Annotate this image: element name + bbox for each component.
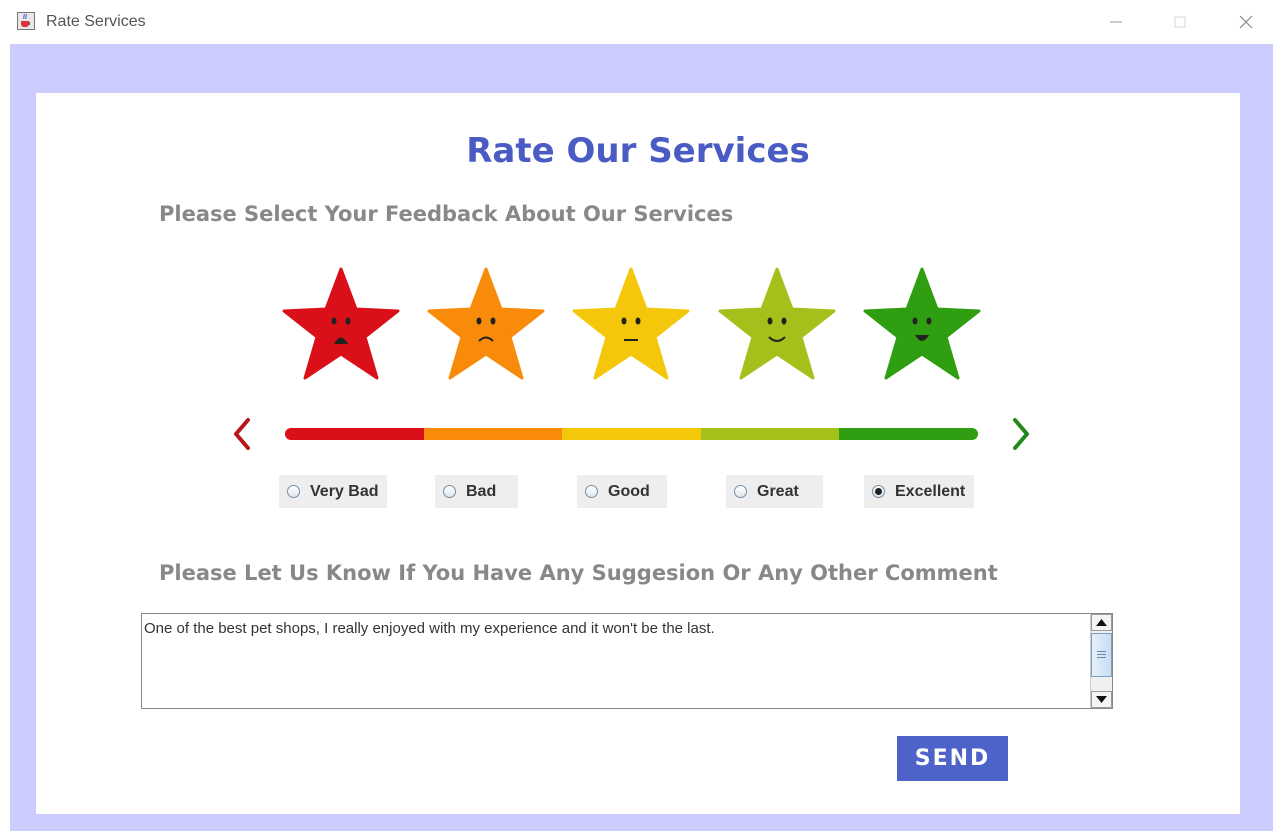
send-button[interactable]: SEND bbox=[897, 736, 1008, 781]
radio-selected-dot bbox=[875, 488, 882, 495]
comment-text[interactable]: One of the best pet shops, I really enjo… bbox=[144, 620, 715, 637]
radio-button[interactable] bbox=[443, 485, 456, 498]
radio-button[interactable] bbox=[585, 485, 598, 498]
radio-good[interactable]: Good bbox=[577, 475, 667, 508]
radio-label: Excellent bbox=[895, 482, 966, 500]
scroll-down-button[interactable] bbox=[1091, 691, 1112, 708]
radio-button[interactable] bbox=[287, 485, 300, 498]
chevron-left-icon[interactable] bbox=[228, 414, 258, 454]
comment-textarea[interactable]: One of the best pet shops, I really enjo… bbox=[141, 613, 1113, 709]
radio-button[interactable] bbox=[734, 485, 747, 498]
star-good-icon[interactable] bbox=[572, 267, 690, 380]
star-great-icon[interactable] bbox=[718, 267, 836, 380]
grip-line bbox=[1097, 657, 1106, 658]
rating-stars bbox=[282, 267, 981, 380]
radio-excellent[interactable]: Excellent bbox=[864, 475, 974, 508]
caret-up-icon bbox=[1096, 619, 1107, 626]
scale-segment-excellent bbox=[839, 428, 978, 440]
scale-segment-bad bbox=[423, 428, 563, 440]
comment-prompt: Please Let Us Know If You Have Any Sugge… bbox=[159, 561, 998, 585]
star-excellent-icon[interactable] bbox=[863, 267, 981, 380]
radio-great[interactable]: Great bbox=[726, 475, 823, 508]
radio-label: Bad bbox=[466, 482, 497, 500]
star-bad-icon[interactable] bbox=[427, 267, 545, 380]
scroll-thumb[interactable] bbox=[1091, 633, 1112, 677]
grip-line bbox=[1097, 651, 1106, 652]
scale-segment-great bbox=[700, 428, 840, 440]
scroll-up-button[interactable] bbox=[1091, 614, 1112, 631]
comment-scrollbar[interactable] bbox=[1090, 614, 1112, 708]
rating-scale-bar bbox=[285, 428, 978, 440]
radio-very-bad[interactable]: Very Bad bbox=[279, 475, 387, 508]
radio-label: Very Bad bbox=[310, 482, 379, 500]
radio-label: Great bbox=[757, 482, 799, 500]
radio-button-selected[interactable] bbox=[872, 485, 885, 498]
grip-line bbox=[1097, 654, 1106, 655]
star-very-bad-icon[interactable] bbox=[282, 267, 400, 380]
scale-segment-good bbox=[562, 428, 701, 440]
radio-bad[interactable]: Bad bbox=[435, 475, 518, 508]
radio-label: Good bbox=[608, 482, 650, 500]
chevron-right-icon[interactable] bbox=[1005, 414, 1035, 454]
caret-down-icon bbox=[1096, 696, 1107, 703]
scale-segment-very-bad bbox=[285, 428, 424, 440]
